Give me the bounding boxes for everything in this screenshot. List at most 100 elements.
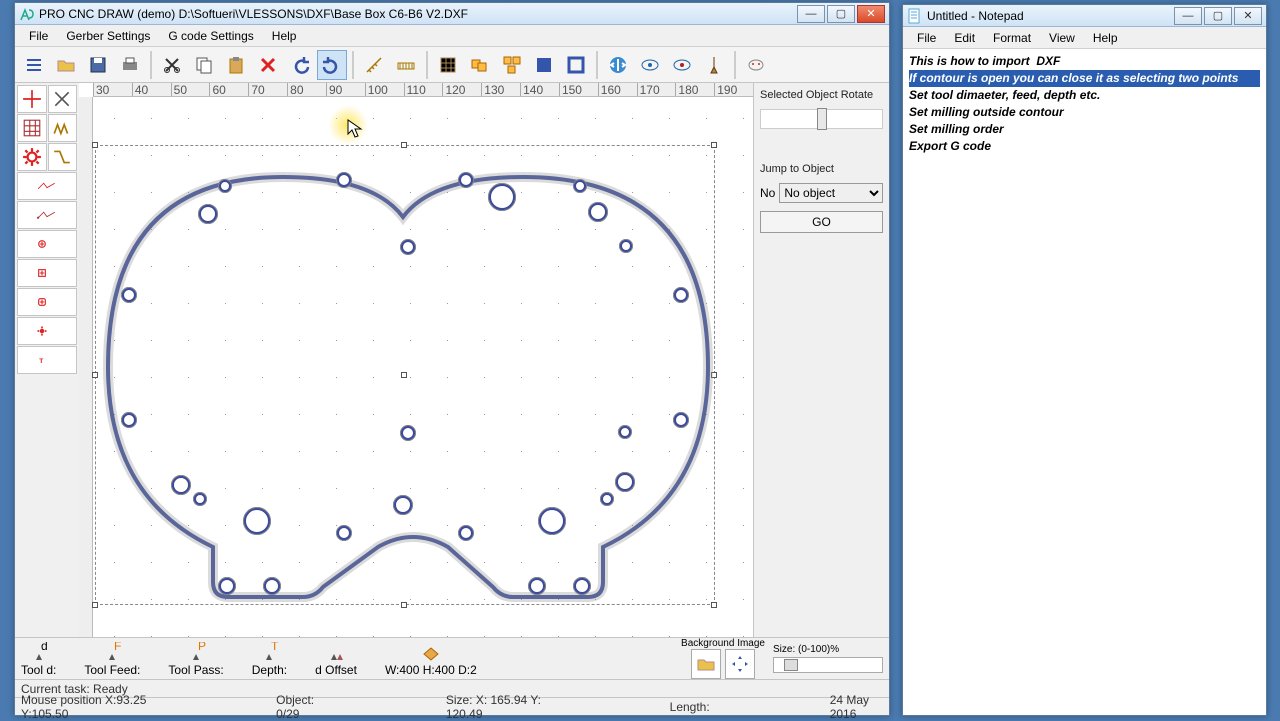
bb-d-offset[interactable]: d Offset (315, 641, 357, 677)
np-menu-file[interactable]: File (909, 29, 944, 47)
tb-save-icon[interactable] (83, 50, 113, 80)
drawing-canvas[interactable] (93, 97, 753, 637)
lt-grid-icon[interactable] (17, 114, 47, 142)
jump-select[interactable]: No object (779, 183, 883, 203)
bottom-bar: dTool d: FTool Feed: PTool Pass: TDepth:… (15, 637, 889, 679)
bg-move-button[interactable] (725, 649, 755, 679)
np-line: Set tool dimaeter, feed, depth etc. (909, 87, 1260, 104)
np-menu-help[interactable]: Help (1085, 29, 1126, 47)
bg-image-label: Background Image (681, 638, 765, 649)
jump-label: Jump to Object (760, 163, 883, 175)
cursor-highlight (328, 105, 368, 145)
tb-open-icon[interactable] (51, 50, 81, 80)
np-menu-view[interactable]: View (1041, 29, 1083, 47)
jump-row-label: No (760, 186, 775, 200)
svg-text:F: F (114, 642, 121, 653)
bb-tool-d[interactable]: dTool d: (21, 641, 56, 677)
tb-tool-icon[interactable] (699, 50, 729, 80)
workarea: T 30405060708090100110120130140150160170… (15, 83, 889, 637)
status-length: Length: (670, 700, 710, 714)
menu-help[interactable]: Help (264, 27, 305, 45)
tb-eye2-icon[interactable] (667, 50, 697, 80)
np-line: Set milling outside contour (909, 104, 1260, 121)
notepad-window: Untitled - Notepad — ▢ ✕ File Edit Forma… (902, 4, 1267, 716)
np-line-selected: If contour is open you can close it as s… (909, 70, 1260, 87)
tb-cut-icon[interactable] (157, 50, 187, 80)
lt-rect-plus-icon[interactable] (17, 259, 77, 287)
lt-rect-plus2-icon[interactable] (17, 288, 77, 316)
maximize-button[interactable]: ▢ (827, 5, 855, 23)
svg-text:P: P (198, 642, 206, 653)
app-icon (19, 6, 35, 22)
lt-circle-plus-icon[interactable] (17, 230, 77, 258)
canvas-area[interactable]: 3040506070809010011012013014015016017018… (79, 83, 753, 637)
np-close-button[interactable]: ✕ (1234, 7, 1262, 25)
menu-gerber-settings[interactable]: Gerber Settings (58, 27, 158, 45)
tb-measure2-icon[interactable] (391, 50, 421, 80)
tb-group1-icon[interactable] (465, 50, 495, 80)
status-object: Object: 0/29 (276, 693, 326, 721)
bg-open-button[interactable] (691, 649, 721, 679)
left-toolbox: T (15, 83, 79, 637)
close-button[interactable]: ✕ (857, 5, 885, 23)
tb-delete-icon[interactable] (253, 50, 283, 80)
menu-file[interactable]: File (21, 27, 56, 45)
lt-text-icon[interactable]: T (17, 346, 77, 374)
lt-zigzag2-icon[interactable] (48, 143, 78, 171)
status-date: 24 May 2016 (830, 693, 883, 721)
main-menubar: File Gerber Settings G code Settings Hel… (15, 25, 889, 47)
tb-undo-icon[interactable] (285, 50, 315, 80)
menu-gcode-settings[interactable]: G code Settings (160, 27, 261, 45)
status-size: Size: X: 165.94 Y: 120.49 (446, 693, 550, 721)
part-contour (93, 137, 723, 617)
tb-print-icon[interactable] (115, 50, 145, 80)
tb-fill2-icon[interactable] (561, 50, 591, 80)
main-window-title: PRO CNC DRAW (demo) D:\Softueri\VLESSONS… (39, 7, 793, 21)
notepad-title: Untitled - Notepad (927, 9, 1170, 23)
tb-eye1-icon[interactable] (635, 50, 665, 80)
lt-gear-icon[interactable] (17, 143, 47, 171)
lt-crosshair-icon[interactable] (17, 85, 47, 113)
bb-tool-pass[interactable]: PTool Pass: (168, 641, 223, 677)
tb-head-icon[interactable] (741, 50, 771, 80)
lt-trace2-icon[interactable] (17, 201, 77, 229)
rotate-slider[interactable] (760, 109, 883, 129)
lt-snap-icon[interactable] (48, 85, 78, 113)
lt-gear-red-icon[interactable] (17, 317, 77, 345)
np-menu-format[interactable]: Format (985, 29, 1039, 47)
svg-text:T: T (39, 358, 43, 365)
notepad-titlebar[interactable]: Untitled - Notepad — ▢ ✕ (903, 5, 1266, 27)
tb-copy-icon[interactable] (189, 50, 219, 80)
np-menu-edit[interactable]: Edit (946, 29, 983, 47)
bb-whd[interactable]: W:400 H:400 D:2 (385, 641, 477, 677)
main-window: PRO CNC DRAW (demo) D:\Softueri\VLESSONS… (14, 2, 890, 716)
np-maximize-button[interactable]: ▢ (1204, 7, 1232, 25)
tb-split-icon[interactable] (603, 50, 633, 80)
lt-zigzag-icon[interactable] (48, 114, 78, 142)
np-line: Export G code (909, 138, 1260, 155)
bb-depth[interactable]: TDepth: (252, 641, 287, 677)
notepad-text-area[interactable]: This is how to import DXF If contour is … (903, 49, 1266, 715)
tb-paste-icon[interactable] (221, 50, 251, 80)
notepad-icon (907, 8, 923, 24)
bg-size-slider[interactable] (773, 657, 883, 673)
tb-fill1-icon[interactable] (529, 50, 559, 80)
svg-text:d: d (41, 642, 48, 653)
statusbar-2: Mouse position X:93.25 Y:105.50 Object: … (15, 697, 889, 715)
svg-text:T: T (271, 642, 279, 653)
tb-redo-icon[interactable] (317, 50, 347, 80)
np-line: Set milling order (909, 121, 1260, 138)
main-titlebar[interactable]: PRO CNC DRAW (demo) D:\Softueri\VLESSONS… (15, 3, 889, 25)
tb-list-icon[interactable] (19, 50, 49, 80)
go-button[interactable]: GO (760, 211, 883, 233)
tb-group2-icon[interactable] (497, 50, 527, 80)
tb-grid-icon[interactable] (433, 50, 463, 80)
tb-measure1-icon[interactable] (359, 50, 389, 80)
lt-trace-icon[interactable] (17, 172, 77, 200)
status-mouse: Mouse position X:93.25 Y:105.50 (21, 693, 156, 721)
np-minimize-button[interactable]: — (1174, 7, 1202, 25)
minimize-button[interactable]: — (797, 5, 825, 23)
ruler-horizontal: 3040506070809010011012013014015016017018… (93, 83, 753, 97)
bg-size-label: Size: (0-100)% (773, 644, 839, 655)
bb-tool-feed[interactable]: FTool Feed: (84, 641, 140, 677)
